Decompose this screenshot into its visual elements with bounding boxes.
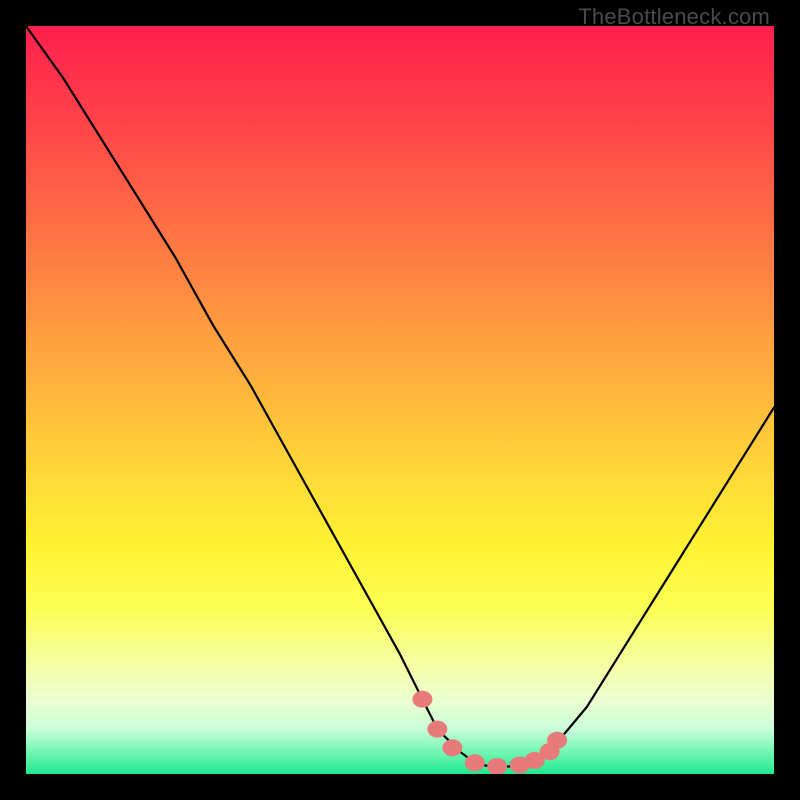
curve-markers: [412, 691, 567, 774]
watermark: TheBottleneck.com: [578, 4, 770, 30]
curve-marker: [442, 739, 462, 756]
curve-marker: [427, 721, 447, 738]
plot-area: [26, 26, 774, 774]
curve-marker: [487, 758, 507, 774]
curve-marker: [465, 754, 485, 771]
curve-marker: [412, 691, 432, 708]
chart-frame: TheBottleneck.com: [0, 0, 800, 800]
bottleneck-curve-path: [26, 26, 774, 767]
bottleneck-curve-svg: [26, 26, 774, 774]
curve-marker: [547, 732, 567, 749]
